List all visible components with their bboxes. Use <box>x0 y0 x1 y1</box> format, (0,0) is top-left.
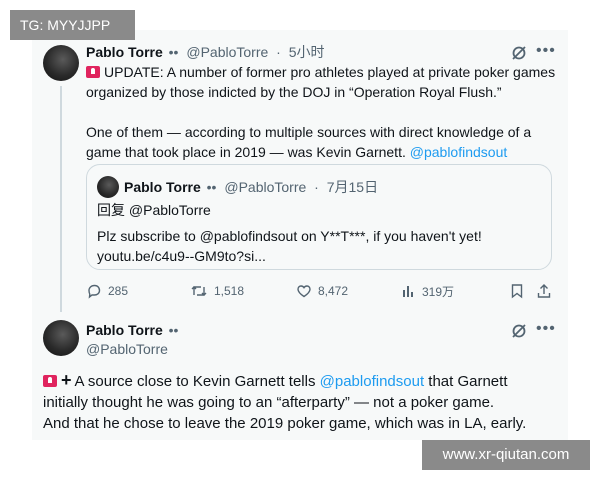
tweet2-line: that Garnett <box>424 373 508 390</box>
reply-icon <box>86 283 102 299</box>
share-button[interactable] <box>536 280 552 302</box>
views-icon <box>402 284 416 298</box>
separator: · <box>276 44 281 60</box>
tweet1-line: One of them — according to multiple sour… <box>86 124 532 140</box>
tweet2-text: + A source close to Kevin Garnett tells @… <box>43 370 563 434</box>
tweet1-line: game that took place in 2019 — was Kevin… <box>86 144 410 160</box>
tweet2-header: Pablo Torre •• <box>86 321 178 339</box>
verified-badge: •• <box>168 322 179 338</box>
quoted-handle: @PabloTorre <box>224 179 307 195</box>
share-icon <box>536 283 552 299</box>
action-bar: 285 1,518 8,472 319万 <box>86 280 552 302</box>
more-icon[interactable]: ••• <box>536 320 556 338</box>
quoted-date: 7月15日 <box>326 179 379 195</box>
timestamp[interactable]: 5小时 <box>289 44 325 60</box>
mention-link[interactable]: @pablofindsout <box>320 373 424 390</box>
separator: · <box>314 179 319 195</box>
bookmark-button[interactable] <box>510 280 524 302</box>
avatar[interactable] <box>43 45 79 81</box>
more-icon[interactable]: ••• <box>536 42 556 60</box>
retweet-button[interactable]: 1,518 <box>190 280 244 302</box>
author-handle[interactable]: @PabloTorre <box>186 44 268 60</box>
author-name[interactable]: Pablo Torre <box>86 44 163 60</box>
quoted-author-name: Pablo Torre <box>124 179 201 195</box>
tweet2-handle-row: @PabloTorre <box>86 340 168 358</box>
mention-link[interactable]: @pablofindsout <box>410 144 508 160</box>
views-count: 319万 <box>422 284 455 299</box>
tweet2-line: And that he chose to leave the 2019 poke… <box>43 415 527 432</box>
tweet2-line: initially thought he was going to an “af… <box>43 394 495 411</box>
heart-icon <box>296 283 312 299</box>
verified-badge: •• <box>168 44 179 60</box>
quoted-text: 回复 @PabloTorre Plz subscribe to @pablofi… <box>97 200 547 266</box>
tweet1-header: Pablo Torre •• @PabloTorre · 5小时 <box>86 43 325 61</box>
tweet1-line: UPDATE: A number of former pro athletes … <box>104 64 556 80</box>
author-name[interactable]: Pablo Torre <box>86 322 163 338</box>
thread-line <box>60 86 62 312</box>
quoted-link[interactable]: youtu.be/c4u9--GM9to?si... <box>97 246 547 266</box>
reply-button[interactable]: 285 <box>86 280 128 302</box>
plus-icon: + <box>61 370 72 390</box>
views-button[interactable]: 319万 <box>402 280 454 302</box>
watermark-bottom-right: www.xr-qiutan.com <box>422 440 590 470</box>
tweet2-line: A source close to Kevin Garnett tells <box>74 373 320 390</box>
quoted-avatar <box>97 176 119 198</box>
bookmark-icon <box>510 283 524 299</box>
like-button[interactable]: 8,472 <box>296 280 348 302</box>
like-count: 8,472 <box>318 284 349 298</box>
author-handle[interactable]: @PabloTorre <box>86 341 168 357</box>
verified-badge: •• <box>206 179 217 195</box>
siren-icon <box>86 66 100 78</box>
siren-icon <box>43 375 57 387</box>
reply-to-label: 回复 @PabloTorre <box>97 202 211 218</box>
avatar[interactable] <box>43 320 79 356</box>
tweet1-line: organized by those indicted by the DOJ i… <box>86 84 502 100</box>
retweet-icon <box>190 283 208 299</box>
retweet-count: 1,518 <box>214 284 245 298</box>
quoted-header: Pablo Torre •• @PabloTorre · 7月15日 <box>124 178 378 196</box>
grok-icon[interactable] <box>510 322 528 345</box>
watermark-top-left: TG: MYYJJPP <box>10 10 135 40</box>
tweet1-text: UPDATE: A number of former pro athletes … <box>86 62 556 162</box>
quoted-line: Plz subscribe to @pablofindsout on Y**T*… <box>97 228 482 244</box>
reply-count: 285 <box>108 284 129 298</box>
